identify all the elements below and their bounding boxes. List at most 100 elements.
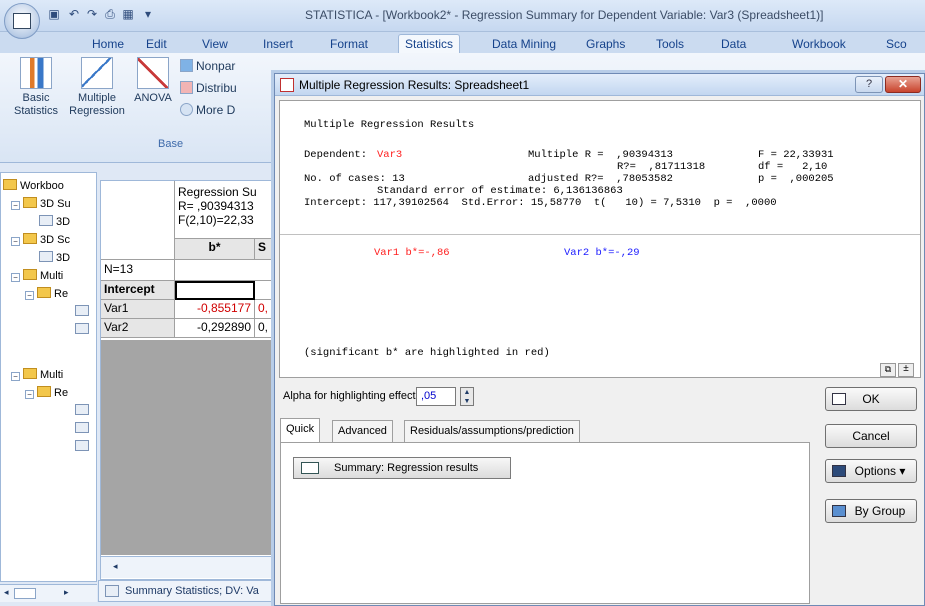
ok-button[interactable]: OK <box>825 387 917 411</box>
table-cell[interactable]: -0,855177 <box>175 300 255 319</box>
table-cell[interactable]: -0,292890 <box>175 319 255 338</box>
by-group-button[interactable]: By Group <box>825 499 917 523</box>
tree-item-multiple-regression[interactable]: − Multi <box>11 368 63 382</box>
collapse-icon[interactable]: − <box>11 273 20 282</box>
tab-quick[interactable]: Quick <box>280 418 321 443</box>
customize-dropdown-icon[interactable]: ▾ <box>140 7 156 22</box>
tab-home[interactable]: Home <box>86 35 130 53</box>
undo-icon[interactable]: ↶ <box>66 7 82 22</box>
application-button[interactable] <box>4 3 40 39</box>
by-group-label: By Group <box>854 504 906 518</box>
alpha-stepper[interactable]: ▲ ▼ <box>460 387 474 406</box>
multiple-regression-label: Multiple Regression <box>69 92 125 117</box>
collapse-icon[interactable]: − <box>11 201 20 210</box>
save-icon[interactable]: ▣ <box>46 7 62 22</box>
close-button[interactable]: ✕ <box>885 76 921 93</box>
adjusted-r-squared: adjusted R?= ,78053582 <box>528 173 673 185</box>
cancel-button[interactable]: Cancel <box>825 424 917 448</box>
spreadsheet-icon <box>75 323 89 334</box>
regression-icon <box>280 78 294 92</box>
tree-item-3d-surface[interactable]: − 3D Su <box>11 197 71 211</box>
tree-item-label: 3D <box>56 252 71 264</box>
table-icon <box>301 462 319 474</box>
nonparametrics-label: Nonpar <box>196 59 236 73</box>
scroll-left-icon[interactable]: ◂ <box>4 587 9 598</box>
dialog-title-bar[interactable]: Multiple Regression Results: Spreadsheet… <box>275 74 924 96</box>
tree-item-label: Re <box>54 288 69 300</box>
tab-edit[interactable]: Edit <box>140 35 173 53</box>
tab-graphs[interactable]: Graphs <box>580 35 631 53</box>
tab-format[interactable]: Format <box>324 35 374 53</box>
ribbon-tabs: Home Edit View Insert Format Statistics … <box>0 32 925 54</box>
copy-results-button[interactable]: ⧉ <box>880 363 896 377</box>
distribution-fitting-button[interactable]: Distribu <box>180 81 237 95</box>
tree-item-sheet[interactable] <box>75 404 92 418</box>
redo-icon[interactable]: ↷ <box>84 7 100 22</box>
tree-item-3d-scatter[interactable]: − 3D Sc <box>11 233 70 247</box>
spreadsheet-icon <box>105 585 119 597</box>
multiple-regression-button[interactable]: Multiple Regression <box>62 57 132 118</box>
spreadsheet-scrollbar[interactable]: ◂ <box>101 556 280 578</box>
corner-cell <box>101 181 175 260</box>
quick-tab-panel: Summary: Regression results <box>280 442 810 604</box>
highlight-note: (significant b* are highlighted in red) <box>304 347 550 359</box>
row-header-intercept[interactable]: Intercept <box>101 281 175 300</box>
toggle-size-button[interactable]: ± <box>898 363 914 377</box>
grid-icon[interactable]: ▦ <box>120 7 136 22</box>
tree-horizontal-scrollbar[interactable]: ◂ ▸ <box>0 584 97 602</box>
tab-advanced[interactable]: Advanced <box>332 420 393 442</box>
folder-icon <box>3 179 17 190</box>
empty-cell <box>175 260 281 281</box>
alpha-input[interactable]: ,05 <box>416 387 456 406</box>
results-panel: Multiple Regression Results Dependent: V… <box>279 100 921 378</box>
tree-item-3d-graph[interactable]: 3D <box>39 215 70 229</box>
scroll-thumb[interactable] <box>14 588 36 599</box>
nonparametrics-button[interactable]: Nonpar <box>180 59 235 73</box>
tab-workbook[interactable]: Workbook <box>786 35 852 53</box>
r-squared: R?= ,81711318 <box>617 161 706 173</box>
spreadsheet-header: Regression Su R= ,90394313 F(2,10)=22,33 <box>175 181 281 239</box>
print-icon[interactable]: ⎙ <box>102 7 118 22</box>
column-header-b[interactable]: b* <box>175 239 255 260</box>
tree-item-multiple-regression[interactable]: − Multi <box>11 269 63 283</box>
collapse-icon[interactable]: − <box>25 390 34 399</box>
collapse-icon[interactable]: − <box>11 372 20 381</box>
table-cell[interactable] <box>175 281 255 300</box>
workbook-tree[interactable]: Workboo −3D Su 3D −3D Sc 3D − Multi − Re −… <box>0 172 97 582</box>
options-button[interactable]: Options ▾ <box>825 459 917 483</box>
dialog-title: Multiple Regression Results: Spreadsheet… <box>299 78 530 92</box>
tree-item-workbook[interactable]: Workboo <box>3 179 64 193</box>
tree-item-sheet[interactable] <box>75 323 92 337</box>
tab-data[interactable]: Data <box>715 35 752 53</box>
tree-item-results[interactable]: − Re <box>25 386 68 400</box>
row-header-var2[interactable]: Var2 <box>101 319 175 338</box>
tree-item-sheet[interactable] <box>75 305 92 319</box>
help-button[interactable]: ? <box>855 76 883 93</box>
sheet-tab[interactable]: Summary Statistics; DV: Va <box>98 580 280 602</box>
header-line: R= ,90394313 <box>178 199 254 213</box>
tree-item-3d-graph[interactable]: 3D <box>39 251 70 265</box>
spreadsheet-icon <box>75 404 89 415</box>
tree-item-sheet[interactable] <box>75 440 92 454</box>
anova-button[interactable]: ANOVA <box>130 57 176 105</box>
scroll-right-icon[interactable]: ▸ <box>64 587 69 598</box>
tab-view[interactable]: View <box>196 35 234 53</box>
options-icon <box>832 465 846 477</box>
tab-statistics[interactable]: Statistics <box>398 34 461 54</box>
collapse-icon[interactable]: − <box>11 237 20 246</box>
tab-data-mining[interactable]: Data Mining <box>486 35 562 53</box>
tab-insert[interactable]: Insert <box>257 35 299 53</box>
tab-sco[interactable]: Sco <box>880 35 913 53</box>
more-distributions-button[interactable]: More D <box>180 103 235 117</box>
basic-statistics-button[interactable]: Basic Statistics <box>6 57 66 118</box>
tab-residuals[interactable]: Residuals/assumptions/prediction <box>404 420 580 442</box>
summary-regression-results-button[interactable]: Summary: Regression results <box>293 457 511 479</box>
tree-item-sheet[interactable] <box>75 422 92 436</box>
row-header-var1[interactable]: Var1 <box>101 300 175 319</box>
scroll-left-icon[interactable]: ◂ <box>113 561 118 572</box>
by-group-icon <box>832 505 846 517</box>
tree-item-results[interactable]: − Re <box>25 287 68 301</box>
collapse-icon[interactable]: − <box>25 291 34 300</box>
multiple-regression-dialog: Multiple Regression Results: Spreadsheet… <box>274 73 925 606</box>
tab-tools[interactable]: Tools <box>650 35 690 53</box>
